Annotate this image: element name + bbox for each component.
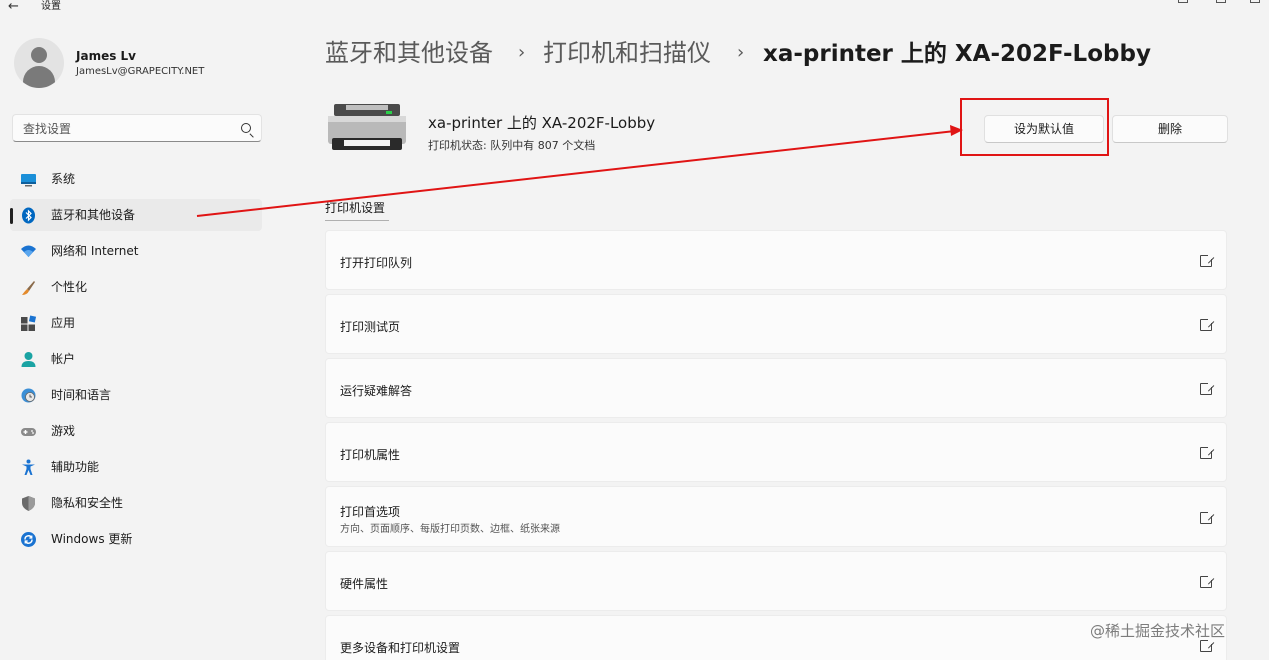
sidebar-item-windows-update[interactable]: Windows 更新	[10, 523, 262, 555]
sidebar-item-label: 应用	[51, 316, 76, 330]
sidebar-item-system[interactable]: 系统	[10, 163, 262, 195]
accessibility-icon	[22, 459, 35, 475]
breadcrumb-current: xa-printer 上的 XA-202F-Lobby	[763, 41, 1151, 67]
sidebar-item-personalization[interactable]: 个性化	[10, 271, 262, 303]
annotation-highlight-box	[960, 98, 1109, 156]
external-link-icon	[1200, 317, 1214, 331]
sidebar-item-label: 蓝牙和其他设备	[51, 208, 136, 222]
printer-status: 打印机状态: 队列中有 807 个文档	[428, 139, 596, 152]
setting-label: 更多设备和打印机设置	[340, 641, 461, 655]
breadcrumb-item-bluetooth[interactable]: 蓝牙和其他设备	[325, 37, 493, 69]
minimize-icon[interactable]	[1178, 0, 1188, 3]
printer-icon	[328, 104, 406, 150]
setting-row-printing-preferences[interactable]: 打印首选项 方向、页面顺序、每版打印页数、边框、纸张来源	[325, 486, 1227, 547]
sidebar-item-privacy[interactable]: 隐私和安全性	[10, 487, 262, 519]
sidebar-item-label: Windows 更新	[51, 532, 133, 546]
setting-label: 打印首选项	[340, 505, 401, 519]
external-link-icon	[1200, 445, 1214, 459]
sidebar-item-apps[interactable]: 应用	[10, 307, 262, 339]
globe-clock-icon	[21, 388, 36, 403]
title-bar: ← 设置	[0, 0, 1269, 16]
external-link-icon	[1200, 253, 1214, 267]
gamepad-icon	[21, 428, 36, 436]
search-icon[interactable]	[241, 123, 251, 133]
sidebar-item-label: 隐私和安全性	[51, 496, 124, 510]
setting-label: 硬件属性	[340, 577, 389, 591]
sidebar-item-gaming[interactable]: 游戏	[10, 415, 262, 447]
avatar[interactable]	[14, 38, 64, 88]
setting-label: 打开打印队列	[340, 256, 413, 270]
update-icon	[21, 532, 36, 547]
shield-icon	[22, 496, 35, 511]
wifi-icon	[21, 245, 36, 257]
sidebar-item-label: 时间和语言	[51, 388, 112, 402]
external-link-icon	[1200, 510, 1214, 524]
external-link-icon	[1200, 574, 1214, 588]
sidebar-item-bluetooth[interactable]: 蓝牙和其他设备	[10, 199, 262, 231]
external-link-icon	[1200, 638, 1214, 652]
monitor-icon	[21, 174, 36, 187]
apps-icon	[21, 315, 37, 331]
sidebar-item-label: 个性化	[51, 280, 88, 294]
sidebar-item-time-language[interactable]: 时间和语言	[10, 379, 262, 411]
printer-name: xa-printer 上的 XA-202F-Lobby	[428, 114, 656, 132]
close-icon[interactable]	[1250, 0, 1260, 3]
setting-label: 运行疑难解答	[340, 384, 413, 398]
brush-icon	[22, 281, 35, 295]
remove-button[interactable]: 删除	[1112, 115, 1228, 143]
sidebar-item-network[interactable]: 网络和 Internet	[10, 235, 262, 267]
setting-description: 方向、页面顺序、每版打印页数、边框、纸张来源	[340, 524, 560, 535]
maximize-icon[interactable]	[1216, 0, 1226, 3]
app-title: 设置	[41, 1, 61, 12]
sidebar-item-accounts[interactable]: 帐户	[10, 343, 262, 375]
bluetooth-icon	[22, 207, 35, 224]
setting-row-troubleshooter[interactable]: 运行疑难解答	[325, 358, 1227, 418]
watermark: @稀土掘金技术社区	[1090, 622, 1226, 640]
section-underline	[325, 220, 389, 221]
user-email: JamesLv@GRAPECITY.NET	[76, 66, 205, 77]
sidebar-item-label: 帐户	[51, 352, 76, 366]
setting-row-hardware-properties[interactable]: 硬件属性	[325, 551, 1227, 611]
breadcrumb-separator: ›	[737, 42, 745, 63]
sidebar-item-label: 网络和 Internet	[51, 244, 139, 258]
search-box[interactable]	[12, 114, 262, 142]
setting-row-printer-properties[interactable]: 打印机属性	[325, 422, 1227, 482]
selection-indicator	[10, 208, 13, 224]
sidebar-item-accessibility[interactable]: 辅助功能	[10, 451, 262, 483]
user-name: James Lv	[76, 49, 136, 63]
sidebar-item-label: 辅助功能	[51, 460, 100, 474]
setting-row-open-queue[interactable]: 打开打印队列	[325, 230, 1227, 290]
sidebar-item-label: 游戏	[51, 424, 76, 438]
sidebar-item-label: 系统	[51, 172, 76, 186]
account-icon	[21, 352, 36, 367]
external-link-icon	[1200, 381, 1214, 395]
breadcrumb-separator: ›	[518, 42, 526, 63]
breadcrumb-item-printers[interactable]: 打印机和扫描仪	[543, 37, 711, 69]
search-input[interactable]	[21, 120, 235, 138]
setting-label: 打印测试页	[340, 320, 401, 334]
back-arrow-icon[interactable]: ←	[8, 0, 26, 14]
setting-row-test-page[interactable]: 打印测试页	[325, 294, 1227, 354]
setting-label: 打印机属性	[340, 448, 401, 462]
section-title: 打印机设置	[325, 201, 386, 215]
